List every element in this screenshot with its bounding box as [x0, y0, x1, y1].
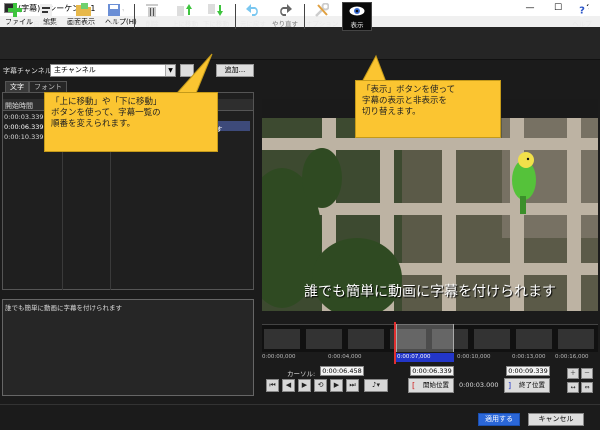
callout-pointers	[177, 53, 387, 99]
move-help-callout: 「上に移動」や「下に移動」 ボタンを使って、字幕一覧の 順番を変えられます。	[44, 92, 218, 152]
show-help-callout: 「表示」ボタンを使って 字幕の表示と非表示を 切り替えます。	[355, 80, 501, 138]
